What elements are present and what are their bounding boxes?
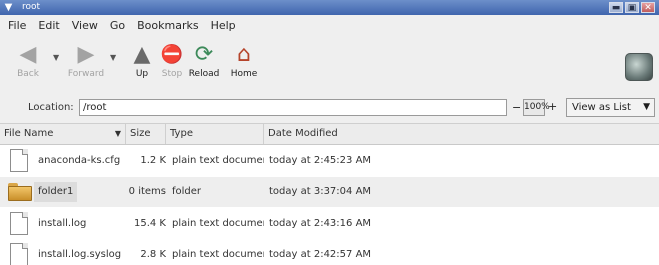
file-name: install.log.syslog bbox=[38, 249, 122, 260]
forward-label: Forward bbox=[67, 69, 105, 79]
menu-bar: File Edit View Go Bookmarks Help bbox=[0, 15, 659, 35]
column-header-date[interactable]: Date Modified bbox=[264, 124, 659, 144]
text-file-icon bbox=[10, 149, 28, 172]
zoom-out-button[interactable]: − bbox=[512, 101, 521, 114]
file-row[interactable]: folder1 0 items folder today at 3:37:04 … bbox=[0, 177, 659, 207]
file-date: today at 2:43:16 AM bbox=[269, 218, 372, 229]
file-type: plain text document bbox=[172, 155, 264, 166]
window-title: root bbox=[22, 2, 41, 12]
file-type: folder bbox=[172, 186, 202, 197]
text-file-icon bbox=[10, 212, 28, 235]
file-size: 15.4 K bbox=[133, 218, 166, 229]
chevron-down-icon: ▼ bbox=[643, 102, 650, 112]
minimize-button[interactable]: ▬ bbox=[609, 2, 623, 13]
file-name: anaconda-ks.cfg bbox=[38, 155, 121, 166]
column-size-label: Size bbox=[130, 128, 151, 139]
location-bar: Location: /root − 100% + View as List ▼ bbox=[0, 93, 659, 124]
column-type-label: Type bbox=[170, 128, 193, 139]
column-header-name[interactable]: File Name ▼ bbox=[0, 124, 126, 144]
text-file-icon bbox=[10, 243, 28, 265]
menu-edit[interactable]: Edit bbox=[38, 19, 59, 32]
column-header-type[interactable]: Type bbox=[166, 124, 264, 144]
location-input[interactable]: /root bbox=[79, 99, 507, 116]
activity-throbber-icon bbox=[625, 53, 653, 81]
maximize-button[interactable]: ▣ bbox=[625, 2, 639, 13]
column-header-row: File Name ▼ Size Type Date Modified bbox=[0, 124, 659, 145]
title-bar: ▼ root ▬ ▣ ✕ bbox=[0, 0, 659, 15]
column-name-label: File Name bbox=[4, 128, 54, 139]
back-button[interactable]: ◀ Back bbox=[4, 41, 52, 89]
back-arrow-icon: ◀ bbox=[19, 42, 37, 67]
close-button[interactable]: ✕ bbox=[641, 2, 655, 13]
file-name: folder1 bbox=[34, 182, 78, 202]
file-date: today at 3:37:04 AM bbox=[269, 186, 372, 197]
file-date: today at 2:42:57 AM bbox=[269, 249, 372, 260]
column-date-label: Date Modified bbox=[268, 128, 338, 139]
file-size: 0 items bbox=[128, 186, 166, 197]
zoom-in-button[interactable]: + bbox=[548, 100, 557, 113]
file-size: 1.2 K bbox=[140, 155, 166, 166]
menu-bookmarks[interactable]: Bookmarks bbox=[137, 19, 198, 32]
sort-descending-icon: ▼ bbox=[114, 129, 121, 138]
file-size: 2.8 K bbox=[140, 249, 166, 260]
back-history-dropdown-icon[interactable]: ▼ bbox=[53, 53, 59, 62]
view-as-value: View as List bbox=[572, 102, 631, 113]
location-label: Location: bbox=[28, 102, 74, 113]
file-row[interactable]: install.log.syslog 2.8 K plain text docu… bbox=[0, 240, 659, 265]
menu-go[interactable]: Go bbox=[110, 19, 125, 32]
window-menu-icon[interactable]: ▼ bbox=[3, 2, 14, 13]
toolbar: ◀ Back ▼ ▶ Forward ▼ ▲ Up ⛔ Stop ⟳ Reloa… bbox=[0, 35, 659, 93]
menu-help[interactable]: Help bbox=[211, 19, 236, 32]
window-controls: ▬ ▣ ✕ bbox=[609, 2, 655, 13]
file-type: plain text document bbox=[172, 249, 264, 260]
home-label: Home bbox=[230, 69, 258, 79]
home-button[interactable]: ⌂ Home bbox=[220, 41, 268, 89]
column-header-size[interactable]: Size bbox=[126, 124, 166, 144]
file-type: plain text document bbox=[172, 218, 264, 229]
file-manager-window: ▼ root ▬ ▣ ✕ File Edit View Go Bookmarks… bbox=[0, 0, 659, 265]
file-row[interactable]: install.log 15.4 K plain text document t… bbox=[0, 209, 659, 239]
forward-arrow-icon: ▶ bbox=[77, 42, 95, 67]
file-date: today at 2:45:23 AM bbox=[269, 155, 372, 166]
file-row[interactable]: anaconda-ks.cfg 1.2 K plain text documen… bbox=[0, 146, 659, 176]
menu-file[interactable]: File bbox=[8, 19, 26, 32]
forward-button[interactable]: ▶ Forward bbox=[62, 41, 110, 89]
forward-history-dropdown-icon[interactable]: ▼ bbox=[110, 53, 116, 62]
back-label: Back bbox=[17, 69, 39, 79]
menu-view[interactable]: View bbox=[72, 19, 98, 32]
folder-icon bbox=[8, 183, 32, 201]
file-name: install.log bbox=[38, 218, 87, 229]
home-icon: ⌂ bbox=[237, 42, 251, 67]
zoom-level[interactable]: 100% bbox=[523, 99, 550, 116]
view-as-select[interactable]: View as List ▼ bbox=[566, 98, 655, 117]
